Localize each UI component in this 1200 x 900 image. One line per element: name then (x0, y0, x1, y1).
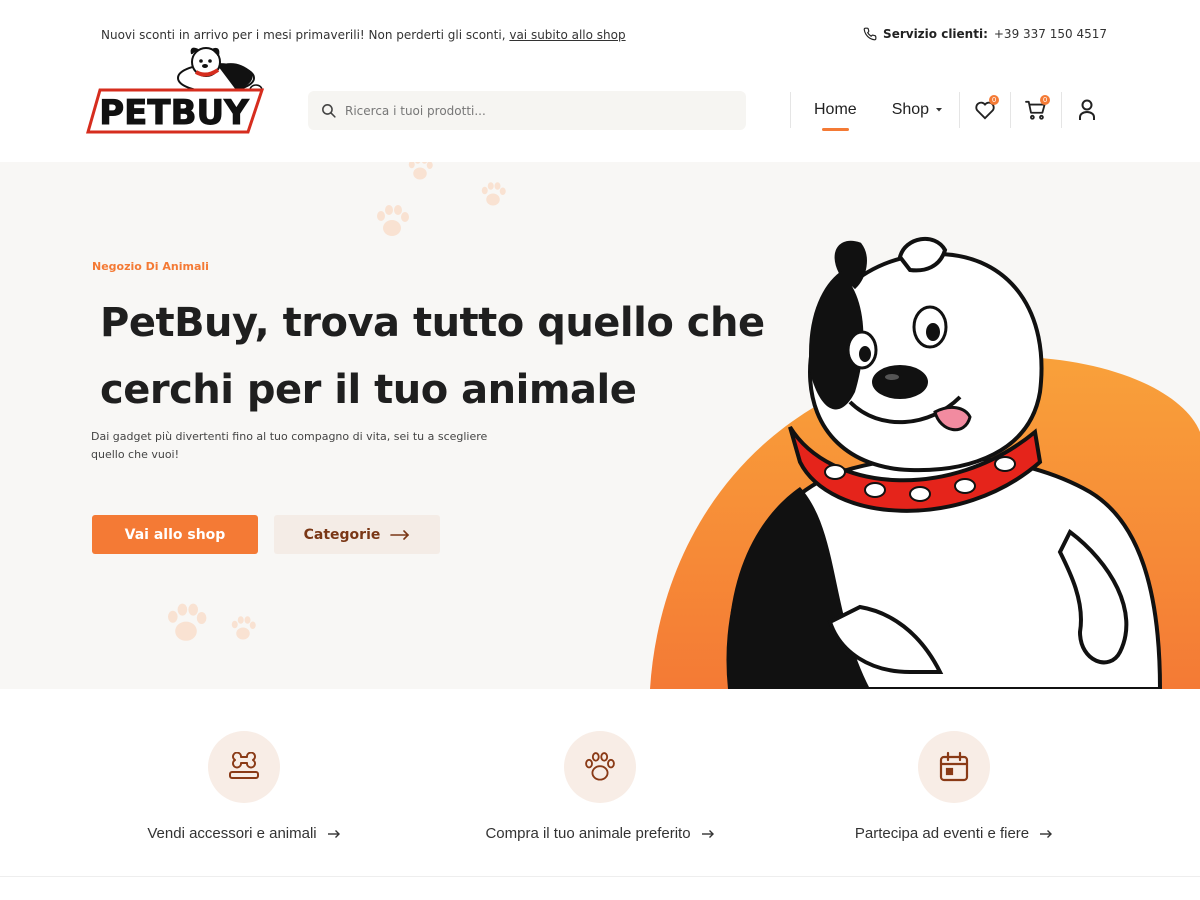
chevron-down-icon (936, 108, 943, 112)
arrow-right-icon (1040, 829, 1053, 838)
phone-number[interactable]: +39 337 150 4517 (994, 27, 1107, 41)
paw-print-icon (168, 603, 207, 641)
arrow-right-icon (327, 829, 340, 838)
paw-print-icon (481, 182, 506, 206)
feature-icon-circle (208, 731, 280, 803)
arrow-right-icon (390, 529, 410, 540)
feature-icon-circle (564, 731, 636, 803)
shop-now-button[interactable]: Vai allo shop (92, 515, 258, 554)
nav-shop-label: Shop (891, 101, 930, 118)
paw-print-icon (231, 616, 256, 640)
search-icon (322, 104, 336, 118)
arrow-right-icon (701, 829, 714, 838)
site-header: PETBUY Home Shop 0 0 (0, 40, 1200, 160)
feature-events[interactable]: Partecipa ad eventi e fiere (794, 731, 1114, 842)
hero-section: Negozio Di Animali PetBuy, trova tutto q… (0, 162, 1200, 689)
feature-events-text: Partecipa ad eventi e fiere (854, 825, 1030, 842)
bone-icon (229, 752, 259, 779)
wishlist-button[interactable]: 0 (960, 90, 1010, 130)
feature-sell[interactable]: Vendi accessori e animali (84, 731, 404, 842)
feature-sell-text: Vendi accessori e animali (147, 825, 317, 842)
categories-button-label: Categorie (303, 526, 381, 543)
hero-subtitle: Dai gadget più divertenti fino al tuo co… (91, 430, 488, 461)
account-button[interactable] (1062, 90, 1112, 130)
petbuy-logo[interactable]: PETBUY (86, 44, 266, 136)
nav-shop[interactable]: Shop (892, 101, 943, 119)
feature-buy[interactable]: Compra il tuo animale preferito (440, 731, 760, 842)
calendar-icon (939, 751, 969, 782)
cart-button[interactable]: 0 (1011, 90, 1061, 130)
feature-events-label: Partecipa ad eventi e fiere (794, 825, 1114, 842)
customer-service: Servizio clienti: +39 337 150 4517 (863, 27, 1107, 41)
paw-print-icon (377, 205, 409, 236)
bulldog-illustration (650, 236, 1200, 689)
features-section: Vendi accessori e animali Compra il tuo … (0, 689, 1200, 877)
feature-buy-label: Compra il tuo animale preferito (440, 825, 760, 842)
feature-sell-label: Vendi accessori e animali (84, 825, 404, 842)
user-icon (1079, 99, 1096, 120)
hero-eyebrow: Negozio Di Animali (92, 260, 209, 273)
logo-dog-mascot (177, 47, 263, 96)
feature-buy-text: Compra il tuo animale preferito (485, 825, 691, 842)
feature-icon-circle (918, 731, 990, 803)
hero-title-line-2: cerchi per il tuo animale (100, 367, 637, 413)
paw-icon (585, 752, 615, 781)
wishlist-count-badge: 0 (989, 95, 1000, 105)
categories-button[interactable]: Categorie (274, 515, 440, 554)
phone-icon (863, 27, 877, 41)
main-nav: Home Shop 0 0 (790, 90, 1112, 131)
phone-label: Servizio clienti: (883, 27, 988, 41)
nav-home[interactable]: Home (814, 101, 857, 131)
cart-count-badge: 0 (1040, 95, 1051, 105)
nav-divider (790, 92, 791, 128)
logo-text: PETBUY (99, 93, 249, 133)
search-bar[interactable] (308, 91, 746, 130)
search-input[interactable] (345, 103, 725, 118)
paw-print-icon (408, 162, 433, 180)
